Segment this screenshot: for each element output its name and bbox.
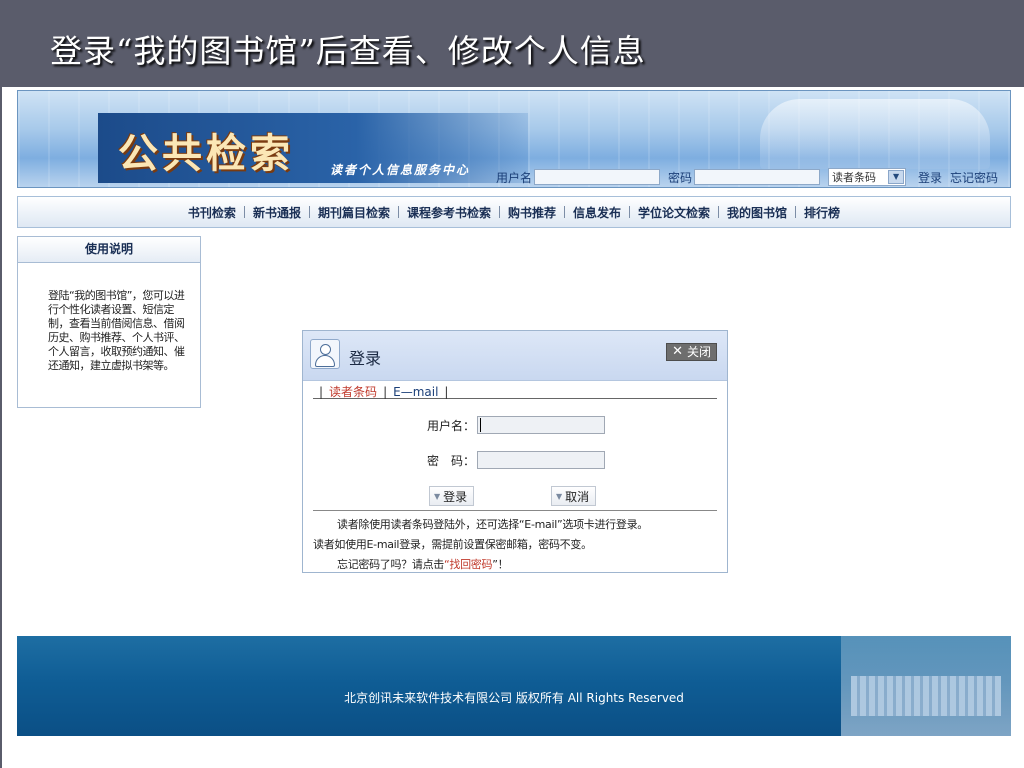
slide-title: 登录“我的图书馆”后查看、修改个人信息 — [50, 32, 646, 70]
site-banner: 公共检索 读者个人信息服务中心 用户名 密码 读者条码 ▼ 登录 忘记密码 — [17, 90, 1011, 188]
nav-item-journal-search[interactable]: 书刊检索 — [180, 204, 244, 221]
tab-separator: | — [444, 385, 449, 399]
login-dialog-title: 登录 — [349, 349, 382, 368]
username-row: 用户名： — [303, 415, 729, 435]
login-note-forgot: 忘记密码了吗？请点击“找回密码”！ — [337, 556, 509, 572]
header-login-strip: 用户名 密码 读者条码 ▼ 登录 忘记密码 — [496, 167, 1002, 187]
usage-instructions-heading: 使用说明 — [18, 237, 200, 263]
tab-reader-barcode[interactable]: 读者条码 — [329, 383, 377, 400]
nav-item-article-search[interactable]: 期刊篇目检索 — [310, 204, 398, 221]
close-button-label: 关闭 — [686, 345, 711, 359]
username-label: 用户名： — [426, 418, 475, 433]
login-dialog: 登录 ✕ 关闭 | 读者条码 | E—mail | 用户名： 密 码： ▼ 登录 ▼ 取… — [302, 330, 728, 573]
recover-password-link[interactable]: 找回密码 — [449, 558, 492, 571]
banner-book-graphic — [760, 99, 990, 169]
login-button[interactable]: ▼ 登录 — [429, 486, 475, 506]
nav-item-thesis-search[interactable]: 学位论文检索 — [630, 204, 718, 221]
login-note-email: 读者如使用E-mail登录，需提前设置保密邮箱，密码不变。 — [313, 538, 592, 551]
password-label: 密 码： — [426, 453, 475, 468]
button-arrow-icon: ▼ — [434, 491, 441, 501]
usage-instructions-text: 登陆“我的图书馆”，您可以进行个性化读者设置、短信定制，查看当前借阅信息、借阅历… — [48, 289, 185, 372]
close-icon: ✕ — [672, 344, 683, 359]
password-row: 密 码： — [303, 450, 729, 470]
text-cursor — [480, 418, 481, 432]
header-login-type-value: 读者条码 — [832, 171, 877, 184]
nav-item-new-books[interactable]: 新书通报 — [245, 204, 309, 221]
nav-item-my-library[interactable]: 我的图书馆 — [719, 204, 795, 221]
main-nav: 书刊检索 新书通报 期刊篇目检索 课程参考书检索 购书推荐 信息发布 学位论文检… — [17, 196, 1011, 228]
slide-title-bar: 登录“我的图书馆”后查看、修改个人信息 — [0, 0, 1024, 87]
footer-building-graphic — [841, 636, 1011, 736]
site-logo: 公共检索 — [118, 130, 294, 177]
site-footer: 北京创讯未来软件技术有限公司 版权所有 All Rights Reserved — [17, 636, 1011, 736]
forgot-note-prefix: 忘记密码了吗？请点击 — [337, 558, 444, 571]
cancel-button[interactable]: ▼ 取消 — [551, 486, 597, 506]
header-password-input[interactable] — [694, 169, 821, 185]
nav-item-purchase-recommend[interactable]: 购书推荐 — [500, 204, 564, 221]
header-forgot-password-link[interactable]: 忘记密码 — [950, 169, 998, 186]
login-dialog-header: 登录 ✕ 关闭 — [303, 331, 727, 381]
slide-left-rule — [0, 87, 2, 768]
header-password-label: 密码 — [668, 170, 693, 185]
tab-separator: | — [383, 385, 388, 399]
site-subtitle: 读者个人信息服务中心 — [330, 163, 471, 177]
header-username-label: 用户名 — [496, 170, 533, 185]
tab-email[interactable]: E—mail — [393, 385, 438, 399]
usage-instructions-panel: 使用说明 登陆“我的图书馆”，您可以进行个性化读者设置、短信定制，查看当前借阅信… — [17, 236, 201, 408]
dialog-divider — [313, 510, 717, 511]
nav-item-rankings[interactable]: 排行榜 — [796, 204, 848, 221]
login-note-barcode: 读者除使用读者条码登陆外，还可选择“E-mail”选项卡进行登录。 — [337, 518, 648, 531]
login-tabs: | 读者条码 | E—mail | — [313, 383, 717, 399]
cancel-button-label: 取消 — [565, 489, 590, 504]
footer-copyright: 北京创讯未来软件技术有限公司 版权所有 All Rights Reserved — [344, 691, 684, 705]
forgot-note-suffix: ”！ — [492, 558, 509, 571]
nav-item-announcements[interactable]: 信息发布 — [565, 204, 629, 221]
close-button[interactable]: ✕ 关闭 — [666, 343, 717, 361]
nav-item-course-books[interactable]: 课程参考书检索 — [399, 204, 499, 221]
password-input[interactable] — [477, 451, 605, 469]
username-input[interactable] — [477, 416, 605, 434]
header-username-input[interactable] — [534, 169, 661, 185]
button-arrow-icon: ▼ — [556, 491, 563, 501]
user-icon — [310, 339, 340, 369]
header-login-type-select[interactable]: 读者条码 ▼ — [828, 168, 907, 186]
header-login-link[interactable]: 登录 — [918, 169, 942, 186]
login-button-label: 登录 — [443, 489, 468, 504]
tab-separator: | — [319, 385, 324, 399]
chevron-down-icon[interactable]: ▼ — [888, 170, 905, 184]
